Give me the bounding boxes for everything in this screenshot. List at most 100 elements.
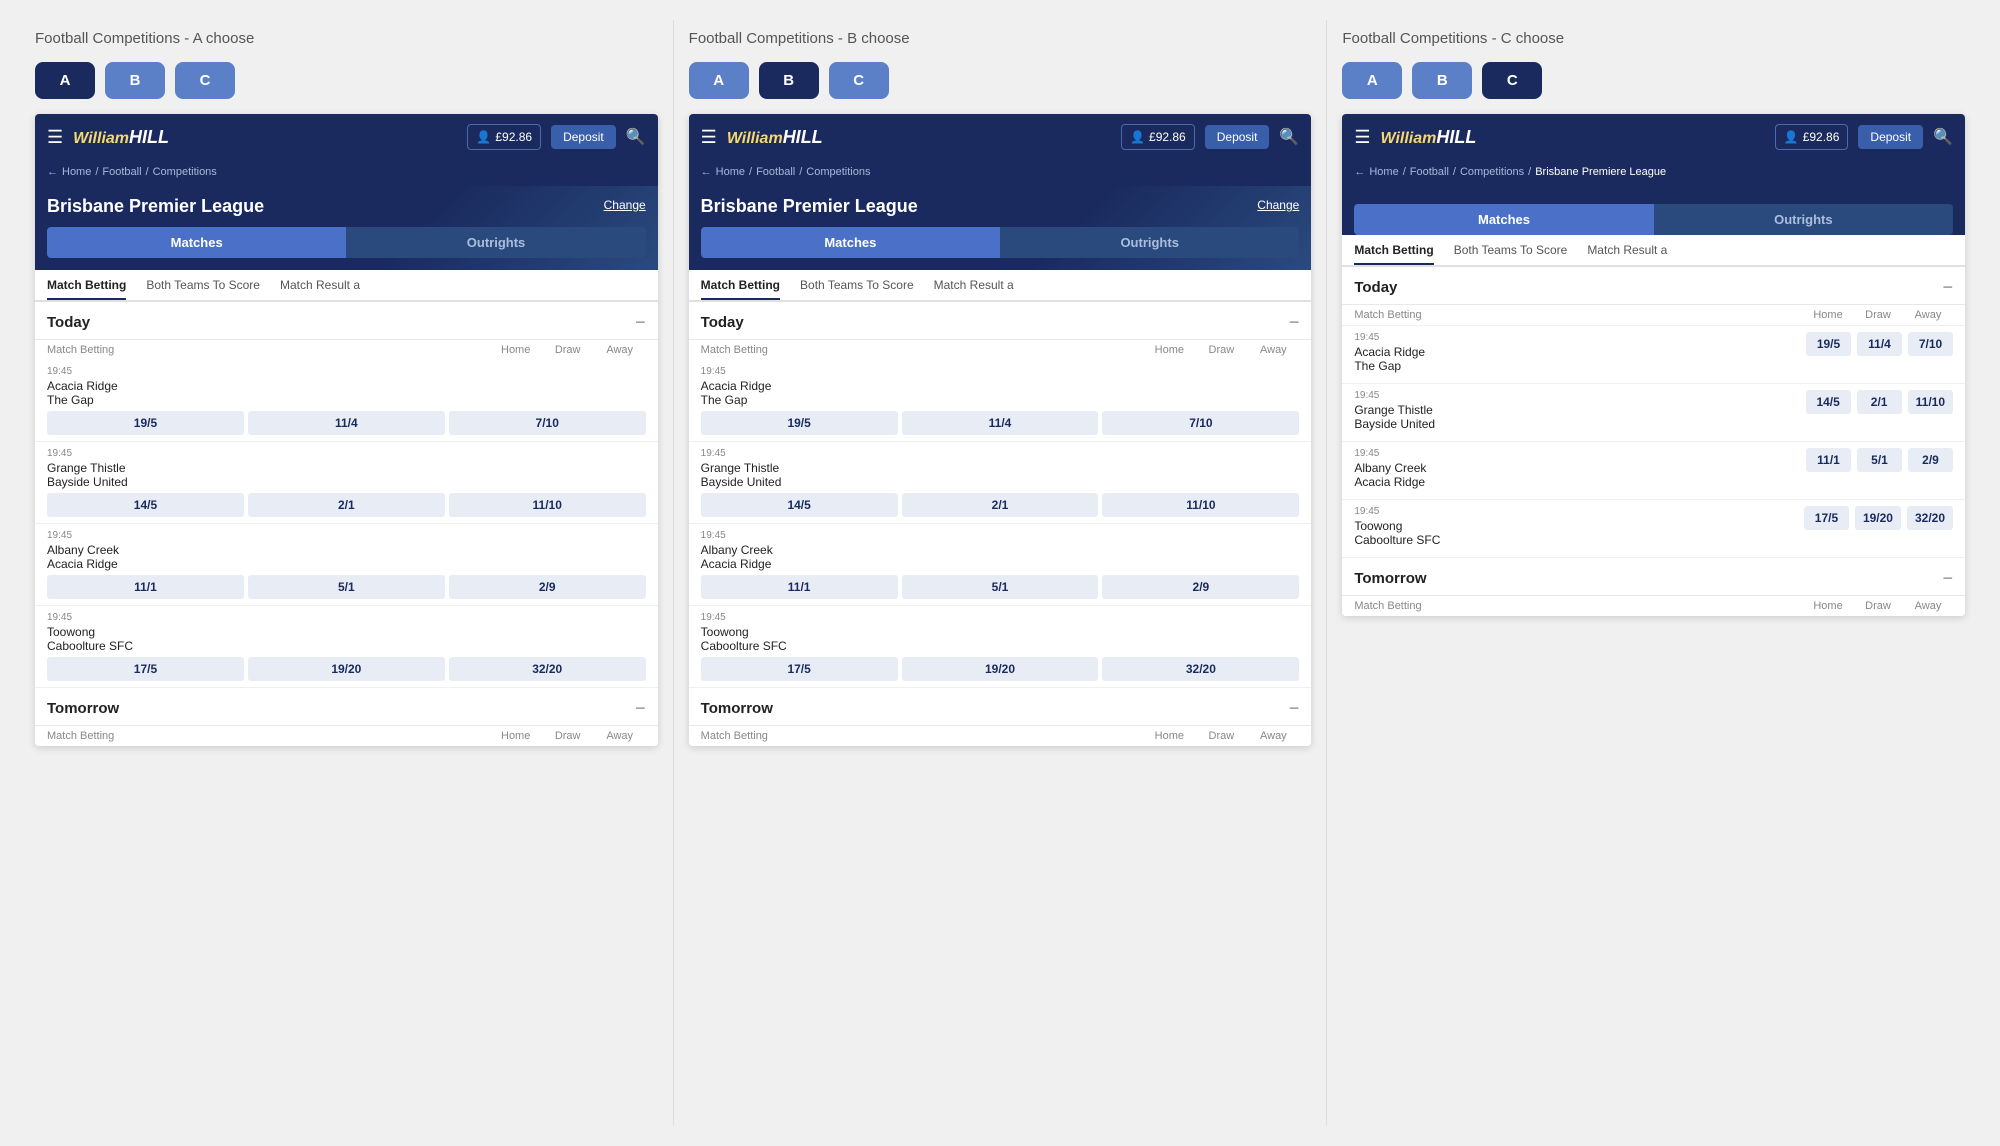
odds-a-b-1[interactable]: 11/10 <box>1102 493 1299 517</box>
odds-a-b-2[interactable]: 2/9 <box>1102 575 1299 599</box>
today-collapse-c[interactable]: − <box>1943 277 1954 298</box>
sub-nav-b: Match Betting Both Teams To Score Match … <box>689 270 1312 302</box>
change-link-a[interactable]: Change <box>604 198 646 212</box>
odds-a-b-3[interactable]: 32/20 <box>1102 657 1299 681</box>
odds-h-b-1[interactable]: 14/5 <box>701 493 898 517</box>
match-row-b-1: 19:45 Grange Thistle Bayside United 14/5… <box>689 442 1312 524</box>
choice-btn-b-b[interactable]: B <box>759 62 819 99</box>
odds-a-c-2[interactable]: 2/9 <box>1908 448 1953 472</box>
odds-h-a-1[interactable]: 14/5 <box>47 493 244 517</box>
odds-row-a-3: 17/5 19/20 32/20 <box>47 657 646 681</box>
col-away-a: Away <box>594 344 646 356</box>
tomorrow-collapse-b[interactable]: − <box>1289 698 1300 719</box>
breadcrumb-home-b[interactable]: Home <box>716 166 745 178</box>
sub-nav-match-betting-a[interactable]: Match Betting <box>47 278 126 300</box>
match-row-b-2: 19:45 Albany Creek Acacia Ridge 11/1 5/1… <box>689 524 1312 606</box>
choice-btn-c-b[interactable]: B <box>1412 62 1472 99</box>
match-teams-b-3: Toowong Caboolture SFC <box>701 625 1300 653</box>
sub-nav-match-betting-c[interactable]: Match Betting <box>1354 243 1433 265</box>
breadcrumb-football-b[interactable]: Football <box>756 166 795 178</box>
sub-nav-result-c[interactable]: Match Result a <box>1587 243 1667 265</box>
odds-a-a-0[interactable]: 7/10 <box>449 411 646 435</box>
odds-a-c-0[interactable]: 7/10 <box>1908 332 1953 356</box>
hamburger-icon-b[interactable]: ☰ <box>701 127 717 148</box>
choice-btn-c-a[interactable]: A <box>1342 62 1402 99</box>
odds-d-c-3[interactable]: 19/20 <box>1855 506 1901 530</box>
match-info-c-0: 19:45 Acacia Ridge The Gap <box>1354 332 1806 377</box>
odds-d-b-3[interactable]: 19/20 <box>902 657 1099 681</box>
odds-d-c-0[interactable]: 11/4 <box>1857 332 1902 356</box>
odds-row-a-2: 11/1 5/1 2/9 <box>47 575 646 599</box>
search-icon-a[interactable]: 🔍 <box>626 127 646 147</box>
sub-nav-bts-a[interactable]: Both Teams To Score <box>146 278 260 300</box>
sub-nav-c: Match Betting Both Teams To Score Match … <box>1342 235 1965 267</box>
tomorrow-col-label-c: Match Betting <box>1354 600 1803 612</box>
tomorrow-collapse-c[interactable]: − <box>1943 568 1954 589</box>
hamburger-icon-a[interactable]: ☰ <box>47 127 63 148</box>
tab-matches-c[interactable]: Matches <box>1354 204 1653 235</box>
choice-btn-b-c[interactable]: C <box>829 62 889 99</box>
back-arrow-b[interactable]: ← <box>701 166 712 178</box>
choice-btn-b-a[interactable]: A <box>689 62 749 99</box>
odds-h-b-2[interactable]: 11/1 <box>701 575 898 599</box>
odds-h-a-3[interactable]: 17/5 <box>47 657 244 681</box>
odds-a-c-3[interactable]: 32/20 <box>1907 506 1953 530</box>
search-icon-c[interactable]: 🔍 <box>1933 127 1953 147</box>
breadcrumb-football-a[interactable]: Football <box>102 166 141 178</box>
change-link-b[interactable]: Change <box>1257 198 1299 212</box>
breadcrumb-home-c[interactable]: Home <box>1369 166 1398 178</box>
deposit-btn-a[interactable]: Deposit <box>551 125 616 149</box>
sub-nav-match-betting-b[interactable]: Match Betting <box>701 278 780 300</box>
choice-btn-a-b[interactable]: B <box>105 62 165 99</box>
breadcrumb-home-a[interactable]: Home <box>62 166 91 178</box>
odds-h-a-0[interactable]: 19/5 <box>47 411 244 435</box>
sub-nav-bts-c[interactable]: Both Teams To Score <box>1454 243 1568 265</box>
odds-h-c-3[interactable]: 17/5 <box>1804 506 1849 530</box>
odds-d-a-2[interactable]: 5/1 <box>248 575 445 599</box>
search-icon-b[interactable]: 🔍 <box>1279 127 1299 147</box>
odds-h-b-3[interactable]: 17/5 <box>701 657 898 681</box>
sub-nav-result-a[interactable]: Match Result a <box>280 278 360 300</box>
choice-btn-c-c[interactable]: C <box>1482 62 1542 99</box>
odds-a-a-2[interactable]: 2/9 <box>449 575 646 599</box>
odds-a-a-1[interactable]: 11/10 <box>449 493 646 517</box>
sub-nav-result-b[interactable]: Match Result a <box>934 278 1014 300</box>
tab-outrights-a[interactable]: Outrights <box>346 227 645 258</box>
back-arrow-a[interactable]: ← <box>47 166 58 178</box>
odds-a-b-0[interactable]: 7/10 <box>1102 411 1299 435</box>
choice-btn-a-a[interactable]: A <box>35 62 95 99</box>
match-time-c-0: 19:45 <box>1354 332 1806 343</box>
odds-d-a-1[interactable]: 2/1 <box>248 493 445 517</box>
odds-d-a-0[interactable]: 11/4 <box>248 411 445 435</box>
choice-btn-a-c[interactable]: C <box>175 62 235 99</box>
today-collapse-b[interactable]: − <box>1289 312 1300 333</box>
odds-d-b-2[interactable]: 5/1 <box>902 575 1099 599</box>
tab-outrights-b[interactable]: Outrights <box>1000 227 1299 258</box>
sub-nav-bts-b[interactable]: Both Teams To Score <box>800 278 914 300</box>
odds-a-a-3[interactable]: 32/20 <box>449 657 646 681</box>
today-collapse-a[interactable]: − <box>635 312 646 333</box>
tab-outrights-c[interactable]: Outrights <box>1654 204 1953 235</box>
odds-d-c-1[interactable]: 2/1 <box>1857 390 1902 414</box>
breadcrumb-football-c[interactable]: Football <box>1410 166 1449 178</box>
odds-d-b-0[interactable]: 11/4 <box>902 411 1099 435</box>
breadcrumb-competitions-c[interactable]: Competitions <box>1460 166 1524 178</box>
tab-matches-a[interactable]: Matches <box>47 227 346 258</box>
hamburger-icon-c[interactable]: ☰ <box>1354 127 1370 148</box>
odds-d-a-3[interactable]: 19/20 <box>248 657 445 681</box>
deposit-btn-c[interactable]: Deposit <box>1858 125 1923 149</box>
odds-a-c-1[interactable]: 11/10 <box>1908 390 1953 414</box>
match-row-c-0: 19:45 Acacia Ridge The Gap 19/5 11/4 7/1… <box>1342 326 1965 384</box>
tomorrow-collapse-a[interactable]: − <box>635 698 646 719</box>
deposit-btn-b[interactable]: Deposit <box>1205 125 1270 149</box>
odds-h-a-2[interactable]: 11/1 <box>47 575 244 599</box>
odds-h-c-2[interactable]: 11/1 <box>1806 448 1851 472</box>
odds-d-c-2[interactable]: 5/1 <box>1857 448 1902 472</box>
odds-d-b-1[interactable]: 2/1 <box>902 493 1099 517</box>
tab-matches-b[interactable]: Matches <box>701 227 1000 258</box>
odds-h-c-1[interactable]: 14/5 <box>1806 390 1851 414</box>
col-draw-a: Draw <box>542 344 594 356</box>
back-arrow-c[interactable]: ← <box>1354 166 1365 178</box>
odds-h-b-0[interactable]: 19/5 <box>701 411 898 435</box>
odds-h-c-0[interactable]: 19/5 <box>1806 332 1851 356</box>
